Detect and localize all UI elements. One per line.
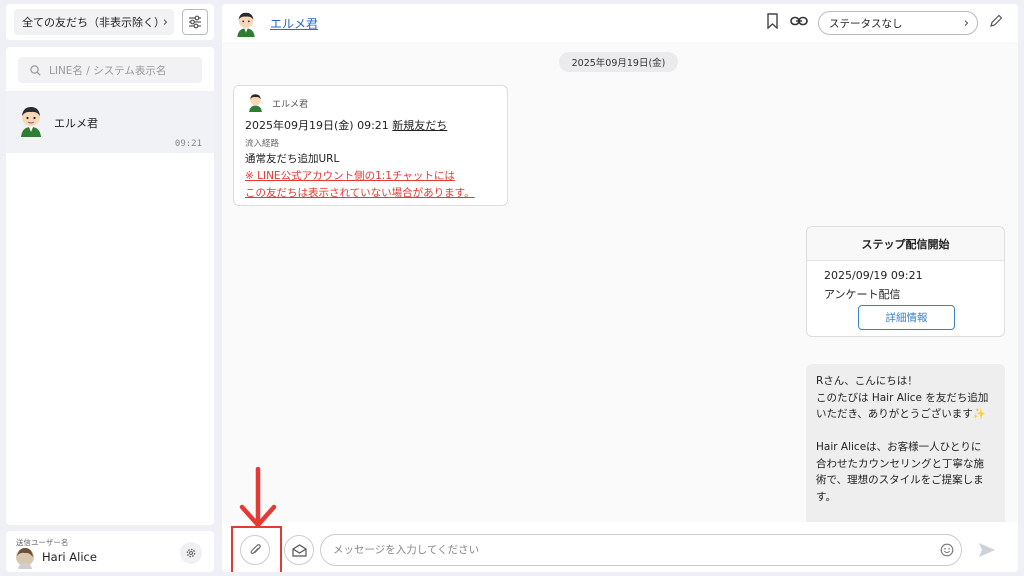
system-card-datetime: 2025年09月19日(金) 09:21 [245,119,389,132]
detail-info-button[interactable]: 詳細情報 [858,305,955,330]
message-line: 合わせたカウンセリングと丁寧な施 [816,457,984,470]
send-icon[interactable] [978,542,996,558]
template-message-button[interactable] [284,535,314,565]
friend-list-panel: LINE名 / システム表示名 エルメ君 09:21 [6,47,214,525]
emoji-icon[interactable] [940,543,954,557]
system-card-event-line: 2025年09月19日(金) 09:21 新規友だち [245,117,447,133]
chat-message-area[interactable]: 2025年09月19日(金) エルメ君 2025年09月19日(金) 09:21… [222,42,1018,522]
status-select-value: ステータスなし [829,17,903,30]
system-card-event-link[interactable]: 新規友だち [392,119,447,132]
friend-list-item[interactable]: エルメ君 09:21 [6,91,214,153]
message-line [816,423,995,440]
message-input[interactable] [320,534,962,566]
envelope-icon [291,543,307,557]
friend-filter-label: 全ての友だち（非表示除く） [22,16,165,29]
message-line: 術で、理想のスタイルをご提案しま [816,474,984,486]
filter-settings-button[interactable] [182,9,208,35]
gear-icon [186,548,196,558]
arrow-down-icon [239,467,277,528]
pencil-icon[interactable] [989,14,1003,28]
settings-sliders-icon [189,15,201,29]
avatar [21,107,41,137]
chevron-right-icon: › [162,14,168,30]
friend-filter-dropdown[interactable]: 全ての友だち（非表示除く） › [14,9,174,35]
step-card-datetime: 2025/09/19 09:21 [824,269,923,282]
chevron-right-icon: › [963,15,969,31]
friend-name: エルメ君 [54,117,98,130]
system-card-sender: エルメ君 [272,100,309,110]
sender-panel: 送信ユーザー名 Hari Alice [6,531,214,572]
paperclip-icon [250,544,261,554]
chat-header: エルメ君 ステータスなし › [222,4,1018,42]
system-card-route-caption: 流入経路 [245,139,280,149]
bookmark-icon[interactable] [766,13,779,29]
step-card-title: ステップ配信開始 [807,227,1004,261]
date-separator: 2025年09月19日(金) [559,52,678,72]
chat-panel: エルメ君 ステータスなし › 2025年09月19日(金) エルメ君 2025年… [222,4,1018,572]
system-card-warning-link-line2[interactable]: この友だちは表示されていない場合があります。 [245,185,475,200]
message-line: Hair Aliceは、お客様一人ひとりに [816,441,982,453]
friend-filter-bar: 全ての友だち（非表示除く） › [6,4,214,40]
header-avatar [237,12,255,37]
step-card-name: アンケート配信 [824,288,901,301]
system-card-avatar [249,94,262,112]
sender-settings-button[interactable] [180,542,202,564]
friend-search-input[interactable]: LINE名 / システム表示名 [18,57,202,83]
friend-search-placeholder: LINE名 / システム表示名 [49,64,167,77]
system-event-card: エルメ君 2025年09月19日(金) 09:21 新規友だち 流入経路 通常友… [233,85,508,206]
message-composer [222,522,1018,572]
sparkle-emoji: ✨ [972,408,986,420]
chat-friend-name-link[interactable]: エルメ君 [270,15,318,32]
system-card-warning-link-line1[interactable]: ※ LINE公式アカウント側の1:1チャットには [245,168,455,183]
sender-name: Hari Alice [42,550,97,564]
search-icon [30,64,41,76]
message-line: す。 [816,490,836,503]
system-card-route: 通常友だち追加URL [245,153,340,165]
message-line: いただき、ありがとうございます✨ [816,406,995,423]
message-line: Rさん、こんにちは！ [816,375,918,387]
link-icon[interactable] [790,14,808,28]
step-delivery-card: ステップ配信開始 2025/09/19 09:21 アンケート配信 詳細情報 [806,226,1005,337]
message-line: このたびは Hair Alice を友だち追加 [816,391,989,404]
status-select[interactable]: ステータスなし › [818,11,978,35]
attach-file-button[interactable] [240,535,270,565]
message-line-text: いただき、ありがとうございます [816,408,973,420]
sender-avatar [16,548,34,569]
friend-last-time: 09:21 [174,139,202,149]
outgoing-message-bubble: Rさん、こんにちは！ このたびは Hair Alice を友だち追加 いただき、… [806,364,1005,522]
